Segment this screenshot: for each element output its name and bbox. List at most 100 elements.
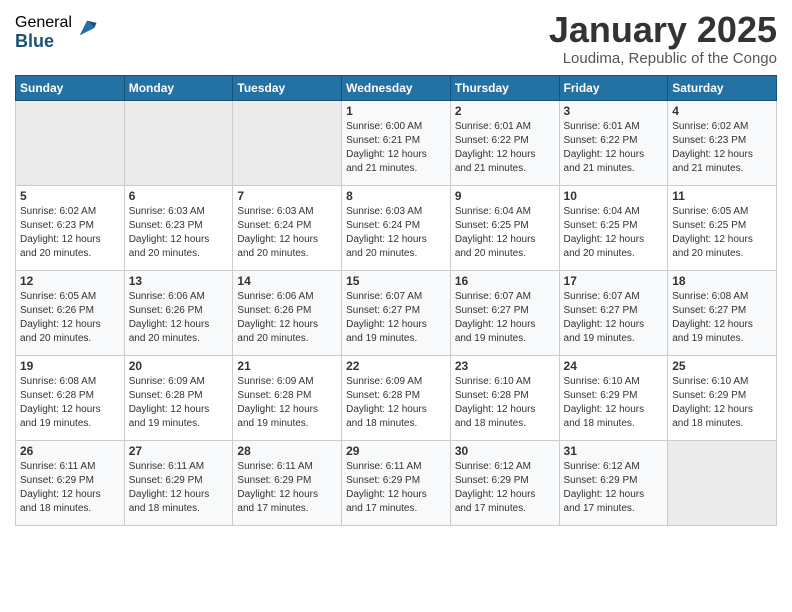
calendar-cell bbox=[668, 440, 777, 525]
calendar-week-3: 19 Sunrise: 6:08 AM Sunset: 6:28 PM Dayli… bbox=[16, 355, 777, 440]
calendar-cell: 20Sunrise: 6:09 AM Sunset: 6:28 PM Dayli… bbox=[124, 355, 233, 440]
day-number: 2 bbox=[455, 104, 555, 118]
calendar-cell: 12Sunrise: 6:05 AM Sunset: 6:26 PM Dayli… bbox=[16, 270, 125, 355]
calendar-cell: 1 Sunrise: 6:00 AM Sunset: 6:21 PM Daylig… bbox=[342, 100, 451, 185]
day-info: Sunrise: 6:01 AM Sunset: 6:22 PM Dayligh… bbox=[455, 120, 555, 176]
day-info: Sunrise: 6:00 AM Sunset: 6:21 PM Dayligh… bbox=[346, 120, 446, 176]
day-number: 17 bbox=[564, 274, 664, 288]
day-info: Sunrise: 6:08 AM Sunset: 6:27 PM Dayligh… bbox=[672, 290, 772, 346]
day-number: 28 bbox=[237, 444, 337, 458]
day-info: Sunrise: 6:10 AM Sunset: 6:29 PM Dayligh… bbox=[672, 375, 772, 431]
calendar-cell: 10Sunrise: 6:04 AM Sunset: 6:25 PM Dayli… bbox=[559, 185, 668, 270]
location: Loudima, Republic of the Congo bbox=[549, 50, 777, 67]
day-info: Sunrise: 6:02 AM Sunset: 6:23 PM Dayligh… bbox=[20, 205, 120, 261]
weekday-header-row: Sunday Monday Tuesday Wednesday Thursday… bbox=[16, 75, 777, 100]
logo-text: General Blue bbox=[15, 14, 72, 51]
day-info: Sunrise: 6:12 AM Sunset: 6:29 PM Dayligh… bbox=[564, 460, 664, 516]
day-number: 11 bbox=[672, 189, 772, 203]
day-number: 24 bbox=[564, 359, 664, 373]
calendar-cell: 22Sunrise: 6:09 AM Sunset: 6:28 PM Dayli… bbox=[342, 355, 451, 440]
calendar-cell: 16Sunrise: 6:07 AM Sunset: 6:27 PM Dayli… bbox=[450, 270, 559, 355]
calendar-cell: 8 Sunrise: 6:03 AM Sunset: 6:24 PM Daylig… bbox=[342, 185, 451, 270]
logo: General Blue bbox=[15, 14, 98, 51]
day-info: Sunrise: 6:12 AM Sunset: 6:29 PM Dayligh… bbox=[455, 460, 555, 516]
day-number: 9 bbox=[455, 189, 555, 203]
calendar-cell: 2 Sunrise: 6:01 AM Sunset: 6:22 PM Daylig… bbox=[450, 100, 559, 185]
calendar-cell bbox=[124, 100, 233, 185]
day-info: Sunrise: 6:06 AM Sunset: 6:26 PM Dayligh… bbox=[237, 290, 337, 346]
day-info: Sunrise: 6:04 AM Sunset: 6:25 PM Dayligh… bbox=[564, 205, 664, 261]
calendar-cell: 27Sunrise: 6:11 AM Sunset: 6:29 PM Dayli… bbox=[124, 440, 233, 525]
calendar-cell: 26 Sunrise: 6:11 AM Sunset: 6:29 PM Dayli… bbox=[16, 440, 125, 525]
calendar-cell: 5 Sunrise: 6:02 AM Sunset: 6:23 PM Daylig… bbox=[16, 185, 125, 270]
calendar-table: Sunday Monday Tuesday Wednesday Thursday… bbox=[15, 75, 777, 526]
day-number: 30 bbox=[455, 444, 555, 458]
day-info: Sunrise: 6:11 AM Sunset: 6:29 PM Dayligh… bbox=[129, 460, 229, 516]
day-number: 26 bbox=[20, 444, 120, 458]
calendar-cell: 9 Sunrise: 6:04 AM Sunset: 6:25 PM Daylig… bbox=[450, 185, 559, 270]
calendar-cell bbox=[233, 100, 342, 185]
calendar-cell: 11 Sunrise: 6:05 AM Sunset: 6:25 PM Dayli… bbox=[668, 185, 777, 270]
calendar-week-1: 5 Sunrise: 6:02 AM Sunset: 6:23 PM Daylig… bbox=[16, 185, 777, 270]
day-number: 16 bbox=[455, 274, 555, 288]
day-info: Sunrise: 6:07 AM Sunset: 6:27 PM Dayligh… bbox=[564, 290, 664, 346]
calendar-cell: 24 Sunrise: 6:10 AM Sunset: 6:29 PM Dayli… bbox=[559, 355, 668, 440]
day-info: Sunrise: 6:09 AM Sunset: 6:28 PM Dayligh… bbox=[237, 375, 337, 431]
day-number: 4 bbox=[672, 104, 772, 118]
day-info: Sunrise: 6:05 AM Sunset: 6:25 PM Dayligh… bbox=[672, 205, 772, 261]
day-number: 1 bbox=[346, 104, 446, 118]
calendar-week-0: 1 Sunrise: 6:00 AM Sunset: 6:21 PM Daylig… bbox=[16, 100, 777, 185]
logo-icon bbox=[76, 17, 98, 39]
day-number: 6 bbox=[129, 189, 229, 203]
header-thursday: Thursday bbox=[450, 75, 559, 100]
header-saturday: Saturday bbox=[668, 75, 777, 100]
day-info: Sunrise: 6:07 AM Sunset: 6:27 PM Dayligh… bbox=[346, 290, 446, 346]
day-info: Sunrise: 6:11 AM Sunset: 6:29 PM Dayligh… bbox=[20, 460, 120, 516]
calendar-cell: 13Sunrise: 6:06 AM Sunset: 6:26 PM Dayli… bbox=[124, 270, 233, 355]
logo-blue: Blue bbox=[15, 32, 72, 52]
day-number: 31 bbox=[564, 444, 664, 458]
day-info: Sunrise: 6:11 AM Sunset: 6:29 PM Dayligh… bbox=[237, 460, 337, 516]
calendar-week-4: 26 Sunrise: 6:11 AM Sunset: 6:29 PM Dayli… bbox=[16, 440, 777, 525]
day-info: Sunrise: 6:01 AM Sunset: 6:22 PM Dayligh… bbox=[564, 120, 664, 176]
day-info: Sunrise: 6:04 AM Sunset: 6:25 PM Dayligh… bbox=[455, 205, 555, 261]
day-number: 13 bbox=[129, 274, 229, 288]
day-info: Sunrise: 6:03 AM Sunset: 6:24 PM Dayligh… bbox=[237, 205, 337, 261]
logo-general: General bbox=[15, 14, 72, 32]
title-block: January 2025 Loudima, Republic of the Co… bbox=[549, 10, 777, 67]
day-number: 21 bbox=[237, 359, 337, 373]
day-info: Sunrise: 6:08 AM Sunset: 6:28 PM Dayligh… bbox=[20, 375, 120, 431]
header-sunday: Sunday bbox=[16, 75, 125, 100]
day-number: 14 bbox=[237, 274, 337, 288]
calendar-cell: 4 Sunrise: 6:02 AM Sunset: 6:23 PM Daylig… bbox=[668, 100, 777, 185]
calendar-cell: 30 Sunrise: 6:12 AM Sunset: 6:29 PM Dayli… bbox=[450, 440, 559, 525]
calendar-cell: 18Sunrise: 6:08 AM Sunset: 6:27 PM Dayli… bbox=[668, 270, 777, 355]
day-number: 23 bbox=[455, 359, 555, 373]
day-info: Sunrise: 6:02 AM Sunset: 6:23 PM Dayligh… bbox=[672, 120, 772, 176]
day-number: 19 bbox=[20, 359, 120, 373]
header-friday: Friday bbox=[559, 75, 668, 100]
day-number: 29 bbox=[346, 444, 446, 458]
day-info: Sunrise: 6:03 AM Sunset: 6:24 PM Dayligh… bbox=[346, 205, 446, 261]
header: General Blue January 2025 Loudima, Repub… bbox=[15, 10, 777, 67]
day-number: 20 bbox=[129, 359, 229, 373]
calendar-cell: 14 Sunrise: 6:06 AM Sunset: 6:26 PM Dayli… bbox=[233, 270, 342, 355]
calendar-cell: 21 Sunrise: 6:09 AM Sunset: 6:28 PM Dayli… bbox=[233, 355, 342, 440]
day-info: Sunrise: 6:03 AM Sunset: 6:23 PM Dayligh… bbox=[129, 205, 229, 261]
calendar-cell: 28 Sunrise: 6:11 AM Sunset: 6:29 PM Dayli… bbox=[233, 440, 342, 525]
calendar-cell: 6 Sunrise: 6:03 AM Sunset: 6:23 PM Daylig… bbox=[124, 185, 233, 270]
day-number: 8 bbox=[346, 189, 446, 203]
day-info: Sunrise: 6:10 AM Sunset: 6:29 PM Dayligh… bbox=[564, 375, 664, 431]
day-info: Sunrise: 6:09 AM Sunset: 6:28 PM Dayligh… bbox=[346, 375, 446, 431]
header-wednesday: Wednesday bbox=[342, 75, 451, 100]
calendar-cell: 3 Sunrise: 6:01 AM Sunset: 6:22 PM Daylig… bbox=[559, 100, 668, 185]
day-number: 3 bbox=[564, 104, 664, 118]
day-number: 12 bbox=[20, 274, 120, 288]
calendar-cell: 31 Sunrise: 6:12 AM Sunset: 6:29 PM Dayli… bbox=[559, 440, 668, 525]
day-number: 15 bbox=[346, 274, 446, 288]
page: General Blue January 2025 Loudima, Repub… bbox=[0, 0, 792, 612]
calendar-cell: 29Sunrise: 6:11 AM Sunset: 6:29 PM Dayli… bbox=[342, 440, 451, 525]
day-number: 25 bbox=[672, 359, 772, 373]
month-title: January 2025 bbox=[549, 10, 777, 50]
day-number: 5 bbox=[20, 189, 120, 203]
